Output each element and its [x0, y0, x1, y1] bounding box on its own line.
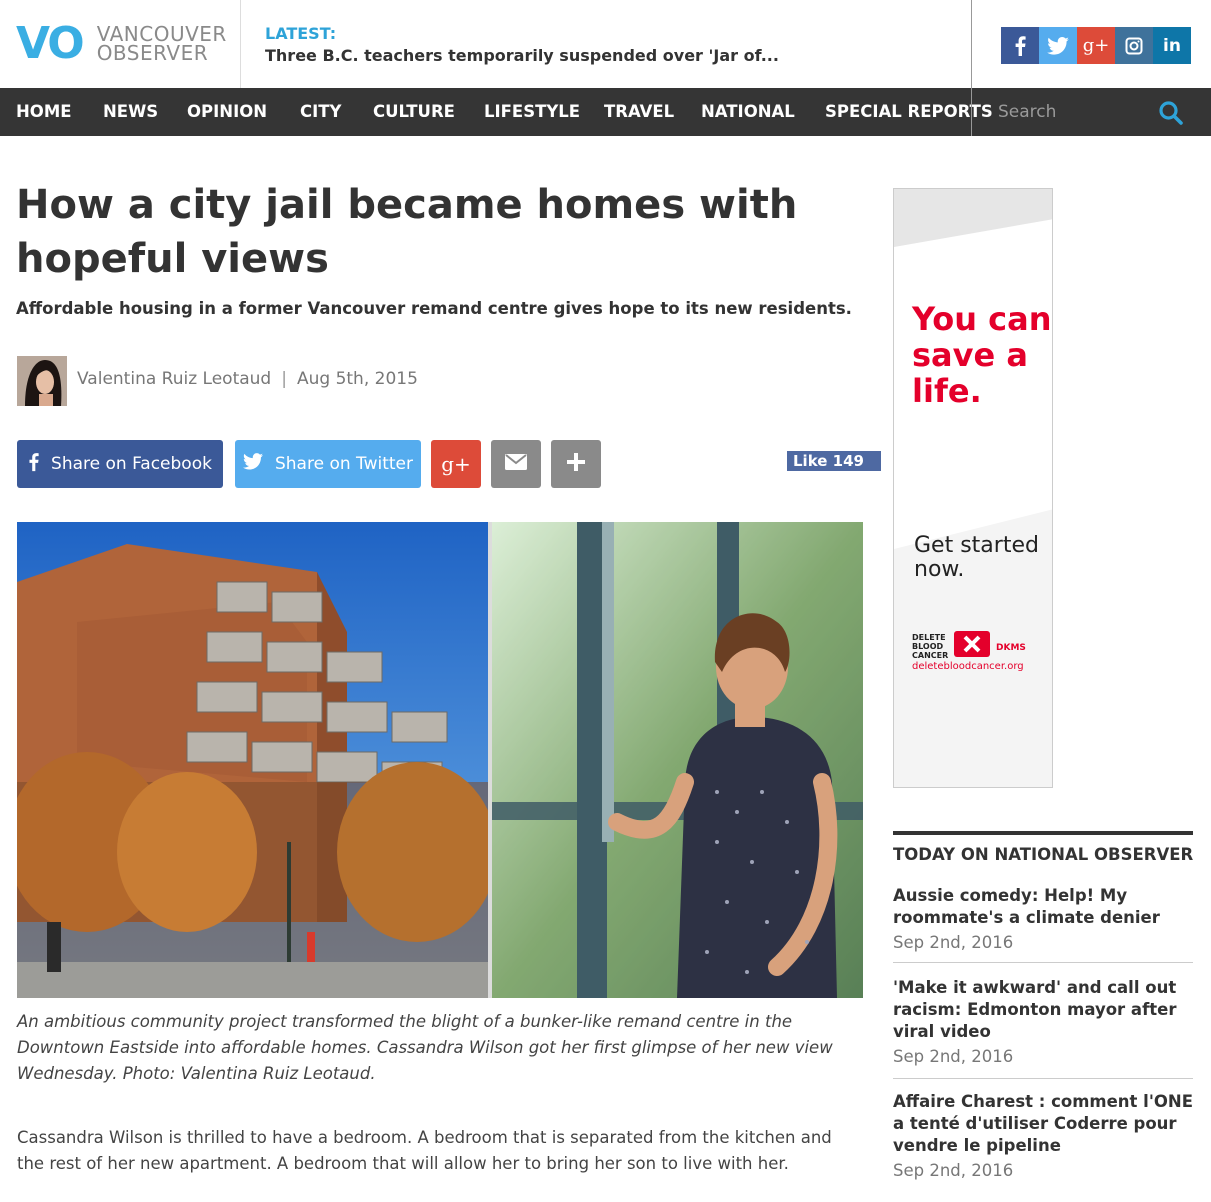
plus-icon — [567, 452, 585, 476]
share-more-button[interactable] — [551, 440, 601, 488]
share-twitter-label: Share on Twitter — [274, 454, 414, 474]
article-dek: Affordable housing in a former Vancouver… — [16, 299, 852, 318]
author-avatar[interactable] — [17, 356, 67, 406]
linkedin-icon[interactable]: in — [1153, 27, 1191, 64]
sidebar-story[interactable]: Aussie comedy: Help! My roommate's a cli… — [893, 885, 1193, 952]
nav-culture[interactable]: CULTURE — [373, 88, 455, 136]
twitter-icon — [242, 453, 263, 475]
facebook-like-button[interactable]: Like 149 — [787, 451, 881, 471]
share-email-button[interactable] — [491, 440, 541, 488]
twitter-icon[interactable] — [1039, 27, 1077, 64]
search-icon[interactable] — [1158, 100, 1184, 126]
main-nav: HOME NEWS OPINION CITY CULTURE LIFESTYLE… — [0, 88, 1211, 136]
facebook-icon[interactable] — [1001, 27, 1039, 64]
ad-brand-name: DELETE BLOOD CANCER — [912, 633, 949, 660]
ad-subheadline: Get started now. — [914, 533, 1039, 582]
sidebar-story-date: Sep 2nd, 2016 — [893, 1161, 1014, 1180]
nav-opinion[interactable]: OPINION — [187, 88, 267, 136]
site-header: VO VANCOUVER OBSERVER LATEST: Three B.C.… — [0, 0, 1211, 88]
nav-travel[interactable]: TRAVEL — [604, 88, 674, 136]
instagram-icon[interactable] — [1115, 27, 1153, 64]
site-logo[interactable]: VO VANCOUVER OBSERVER — [16, 22, 227, 66]
sidebar-story-date: Sep 2nd, 2016 — [893, 933, 1014, 952]
header-divider — [240, 0, 241, 88]
ad-dkms: DKMS — [996, 643, 1026, 653]
logo-wordmark: VANCOUVER OBSERVER — [96, 24, 227, 65]
envelope-icon — [505, 453, 527, 475]
sidebar-story-title[interactable]: 'Make it awkward' and call out racism: E… — [893, 977, 1193, 1043]
article-body-paragraph: Cassandra Wilson is thrilled to have a b… — [17, 1128, 832, 1173]
latest-label: LATEST: — [265, 24, 337, 43]
facebook-icon — [28, 452, 39, 477]
sidebar-story[interactable]: 'Make it awkward' and call out racism: E… — [893, 977, 1193, 1066]
sidebar-story-title[interactable]: Aussie comedy: Help! My roommate's a cli… — [893, 885, 1193, 929]
nav-national[interactable]: NATIONAL — [701, 88, 795, 136]
sidebar-ad[interactable]: You can save a life. Get started now. DE… — [893, 188, 1053, 788]
nav-home[interactable]: HOME — [16, 88, 72, 136]
close-x-icon — [954, 631, 990, 657]
logo-mark: VO — [16, 18, 85, 69]
latest-headline-link[interactable]: Three B.C. teachers temporarily suspende… — [265, 46, 779, 65]
ad-url[interactable]: deletebloodcancer.org — [912, 661, 1024, 672]
sidebar-rule — [893, 831, 1193, 835]
author-name[interactable]: Valentina Ruiz Leotaud — [77, 369, 271, 389]
photo-caption: An ambitious community project transform… — [17, 1012, 833, 1083]
google-plus-icon[interactable]: g+ — [1077, 27, 1115, 64]
like-label: Like 149 — [793, 452, 864, 470]
sidebar-story-date: Sep 2nd, 2016 — [893, 1047, 1014, 1066]
share-google-plus-button[interactable]: g+ — [431, 440, 481, 488]
share-facebook-button[interactable]: Share on Facebook — [17, 440, 223, 488]
social-links: g+ in — [1001, 27, 1191, 64]
sidebar-story[interactable]: Affaire Charest : comment l'ONE a tenté … — [893, 1091, 1193, 1180]
sidebar-title: TODAY ON NATIONAL OBSERVER — [893, 845, 1194, 864]
nav-city[interactable]: CITY — [300, 88, 341, 136]
search-input[interactable] — [990, 96, 1140, 128]
article-photo[interactable] — [17, 522, 863, 998]
sidebar-divider — [893, 1078, 1193, 1079]
header-divider-right — [971, 0, 972, 136]
nav-lifestyle[interactable]: LIFESTYLE — [484, 88, 580, 136]
nav-news[interactable]: NEWS — [103, 88, 158, 136]
ad-headline: You can save a life. — [912, 300, 1052, 410]
share-twitter-button[interactable]: Share on Twitter — [235, 440, 421, 488]
article-headline: How a city jail became homes with hopefu… — [16, 182, 798, 282]
share-facebook-label: Share on Facebook — [51, 454, 212, 474]
byline-separator: | — [281, 369, 287, 389]
byline: Valentina Ruiz Leotaud | Aug 5th, 2015 — [77, 369, 418, 389]
publish-date: Aug 5th, 2015 — [296, 369, 418, 389]
google-plus-icon: g+ — [441, 452, 471, 476]
nav-special-reports[interactable]: SPECIAL REPORTS — [825, 88, 993, 136]
sidebar-story-title[interactable]: Affaire Charest : comment l'ONE a tenté … — [893, 1091, 1193, 1157]
sidebar-divider — [893, 962, 1193, 963]
logo-line-2: OBSERVER — [96, 41, 209, 65]
